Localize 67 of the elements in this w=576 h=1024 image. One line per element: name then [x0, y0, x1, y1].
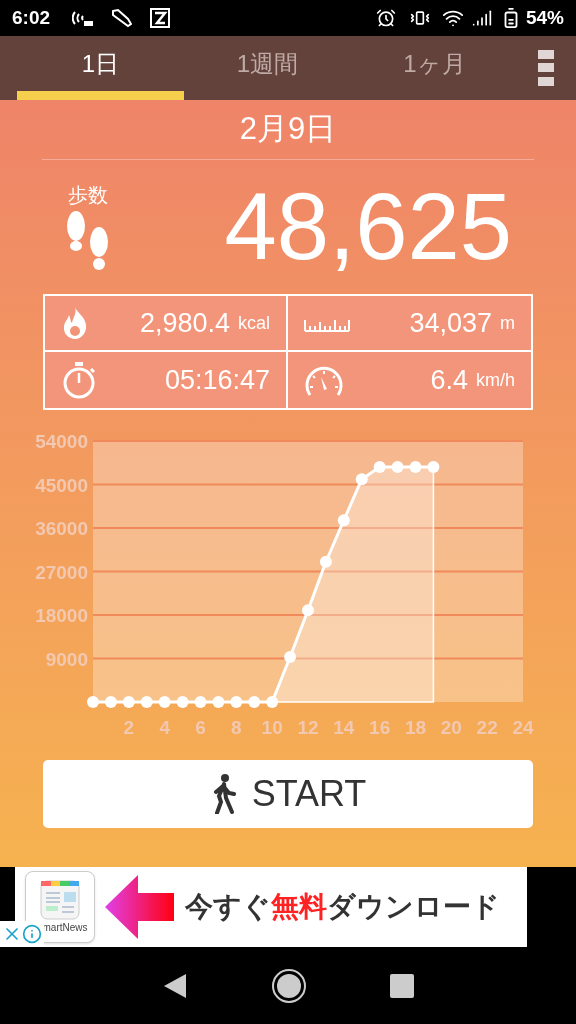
- x-axis-label: 12: [297, 717, 319, 738]
- metric-unit: km/h: [476, 368, 515, 392]
- data-point: [373, 461, 386, 474]
- x-axis-label: 10: [261, 717, 283, 738]
- x-axis-label: 8: [231, 717, 242, 738]
- step-count: 48,625: [223, 180, 512, 274]
- data-point: [87, 696, 99, 708]
- vibrate-icon: [409, 8, 430, 28]
- data-point: [355, 473, 368, 486]
- data-point: [158, 696, 171, 708]
- date-title: 2月9日: [239, 110, 337, 149]
- x-axis-label: 16: [369, 717, 391, 738]
- data-point: [302, 604, 314, 617]
- data-point: [337, 514, 350, 527]
- menu-icon[interactable]: [538, 50, 554, 86]
- data-point: [122, 696, 135, 708]
- data-point: [266, 696, 279, 708]
- x-axis-label: 6: [195, 717, 206, 738]
- metric-value: 2,980.4: [139, 306, 230, 340]
- app-logo-icon: [150, 8, 171, 28]
- home-icon[interactable]: [271, 967, 307, 1004]
- news-app-icon: [40, 879, 80, 920]
- data-point: [427, 461, 440, 474]
- flame-icon: [61, 306, 89, 340]
- x-axis-label: 4: [159, 717, 170, 738]
- stopwatch-icon: [61, 361, 97, 399]
- data-point: [104, 696, 117, 708]
- clock-time: 6:02: [12, 5, 51, 30]
- data-point: [391, 461, 404, 474]
- data-point: [176, 696, 189, 708]
- y-axis-label: 9000: [45, 648, 88, 670]
- data-point: [319, 555, 332, 568]
- metric-value: 6.4: [430, 363, 468, 397]
- info-icon[interactable]: [22, 924, 42, 944]
- y-axis-label: 36000: [35, 518, 88, 539]
- download-text: 今すぐ無料ダウンロード: [185, 890, 500, 924]
- x-axis-label: 20: [440, 717, 462, 738]
- metric-unit: kcal: [238, 311, 270, 335]
- y-axis-label: 27000: [35, 561, 88, 583]
- data-point: [409, 461, 422, 474]
- signal-icon: [471, 8, 492, 28]
- period-tab[interactable]: 1ヶ月: [351, 36, 518, 100]
- arrow-icon: [105, 874, 175, 940]
- period-tab[interactable]: 1週間: [184, 36, 351, 100]
- start-button[interactable]: START: [43, 760, 533, 828]
- data-point: [248, 696, 261, 708]
- battery-percent: 54%: [525, 5, 564, 30]
- x-axis-label: 18: [404, 717, 427, 738]
- alarm-icon: [375, 8, 396, 28]
- x-axis-label: 24: [512, 717, 534, 738]
- data-point: [194, 696, 207, 708]
- metric-value: 05:16:47: [164, 363, 270, 397]
- x-axis-label: 2: [123, 717, 135, 738]
- steps-label: 歩数: [68, 183, 108, 208]
- y-axis-label: 18000: [35, 605, 88, 626]
- metric-value: 34,037: [409, 306, 492, 340]
- metric-unit: m: [500, 311, 515, 335]
- period-tab[interactable]: 1日: [17, 36, 184, 100]
- data-point: [140, 696, 153, 708]
- recents-icon[interactable]: [390, 973, 415, 998]
- data-point: [212, 696, 225, 708]
- data-point: [230, 696, 243, 708]
- x-axis-label: 22: [476, 717, 498, 738]
- y-axis-label: 54000: [35, 431, 88, 452]
- x-axis-label: 14: [333, 717, 355, 738]
- data-point: [284, 651, 297, 664]
- y-axis-label: 45000: [35, 474, 88, 496]
